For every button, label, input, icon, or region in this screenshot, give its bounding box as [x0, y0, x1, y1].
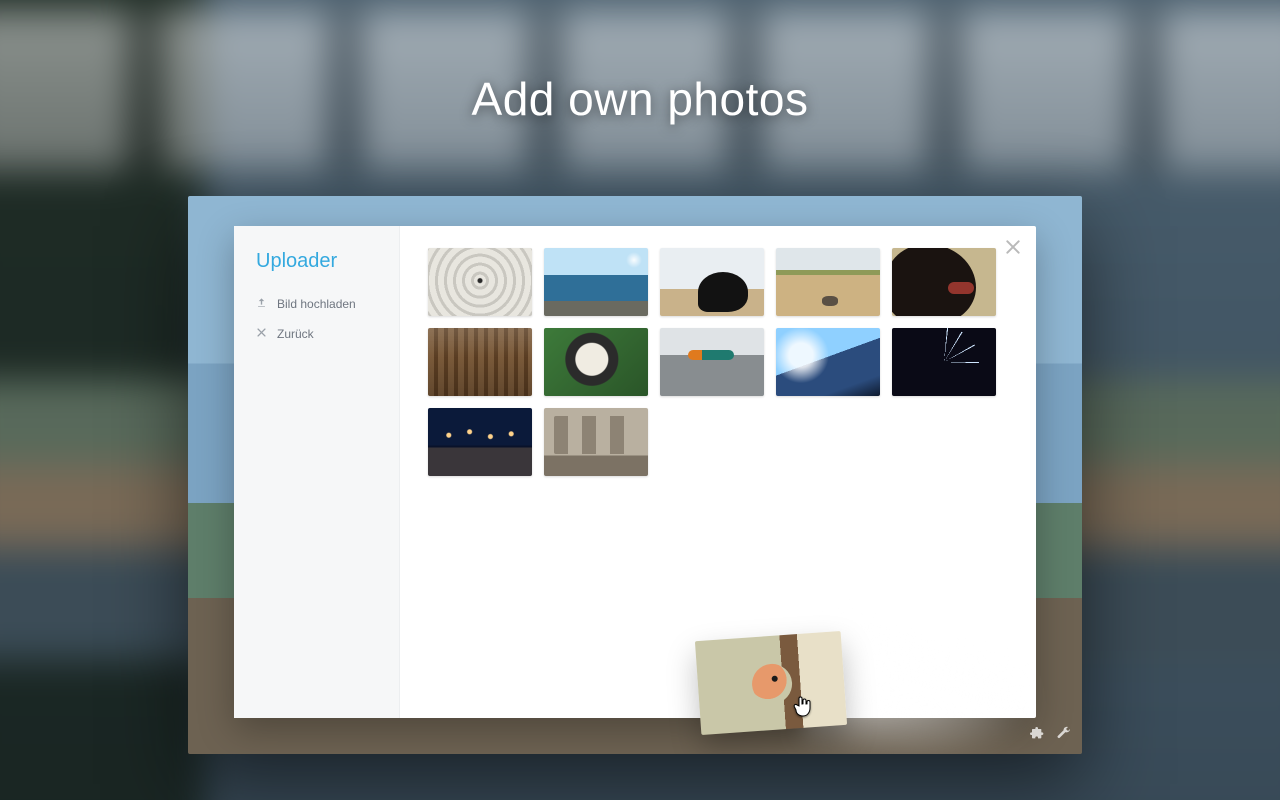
- overlay-title: Add own photos: [0, 72, 1280, 126]
- sidebar-item-back[interactable]: Zurück: [234, 319, 399, 349]
- wrench-icon[interactable]: [1056, 725, 1072, 746]
- close-icon: [256, 327, 267, 341]
- uploader-sidebar: Uploader Bild hochladen Zurück: [234, 226, 400, 718]
- upload-icon: [256, 297, 267, 311]
- thumbnail[interactable]: [892, 328, 996, 396]
- thumbnail[interactable]: [544, 328, 648, 396]
- sidebar-item-upload[interactable]: Bild hochladen: [234, 289, 399, 319]
- thumbnail[interactable]: [428, 248, 532, 316]
- puzzle-icon[interactable]: [1030, 725, 1046, 746]
- sidebar-title: Uploader: [234, 250, 399, 289]
- sidebar-item-label: Bild hochladen: [277, 297, 356, 311]
- app-window: Uploader Bild hochladen Zurück: [188, 196, 1082, 754]
- thumbnail[interactable]: [544, 408, 648, 476]
- modal-close-button[interactable]: [1004, 238, 1022, 256]
- uploader-modal: Uploader Bild hochladen Zurück: [234, 226, 1036, 718]
- thumbnail[interactable]: [776, 248, 880, 316]
- thumbnail[interactable]: [428, 328, 532, 396]
- thumbnail[interactable]: [660, 248, 764, 316]
- thumbnail[interactable]: [892, 248, 996, 316]
- window-tool-icons: [1030, 725, 1072, 746]
- thumbnail[interactable]: [544, 248, 648, 316]
- thumbnail[interactable]: [776, 328, 880, 396]
- thumbnail-grid: [428, 248, 1008, 476]
- thumbnail[interactable]: [660, 328, 764, 396]
- thumbnail[interactable]: [428, 408, 532, 476]
- sidebar-item-label: Zurück: [277, 327, 314, 341]
- uploader-content: [400, 226, 1036, 718]
